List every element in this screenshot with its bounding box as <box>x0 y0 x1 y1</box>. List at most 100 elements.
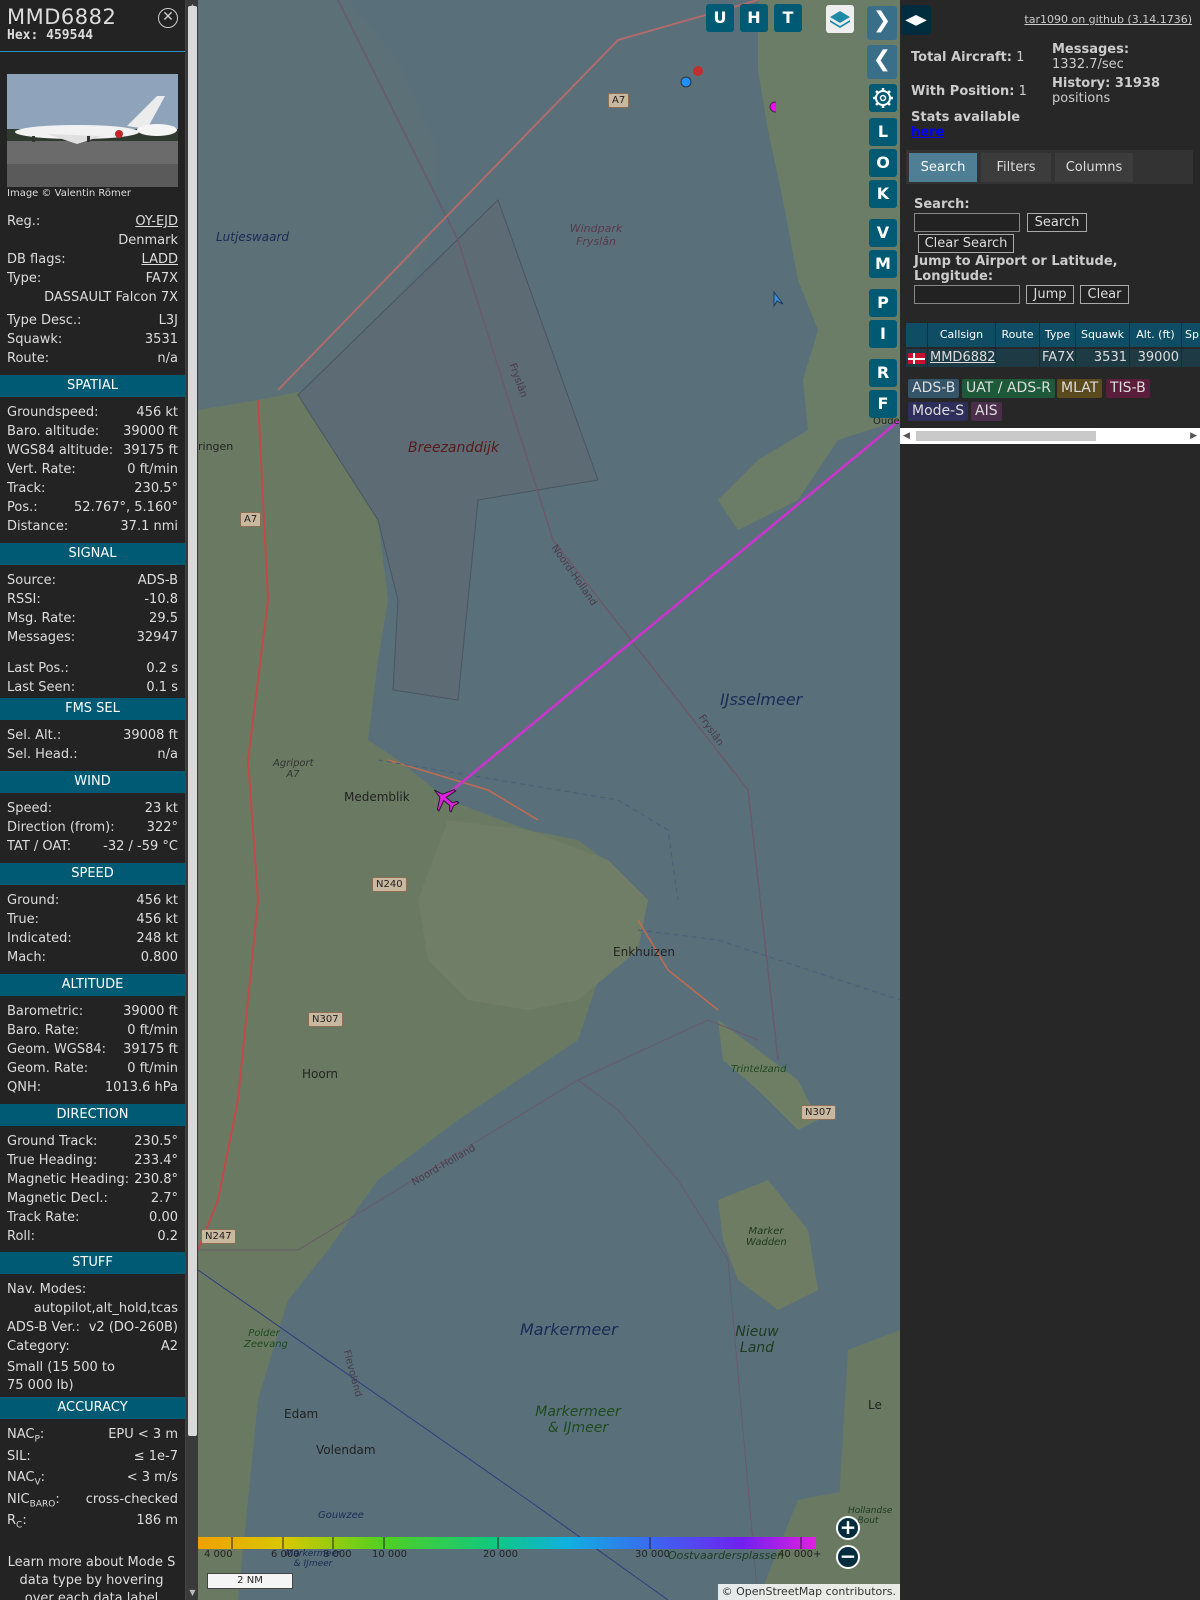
scroll-down-icon[interactable]: ▼ <box>188 1588 197 1597</box>
clear-search-button[interactable]: Clear Search <box>918 234 1014 253</box>
source-chip-adsb[interactable]: ADS-B <box>908 379 960 398</box>
road-badge: N240 <box>372 877 407 892</box>
info-row: Barometric: 39000 ft <box>7 1003 178 1021</box>
toolbar-p-button[interactable]: P <box>869 289 897 317</box>
expand-sidebar-button[interactable]: ◀▶ <box>901 5 931 35</box>
toolbar-o-button[interactable]: O <box>869 149 897 177</box>
row-value: 186 m <box>136 1513 178 1528</box>
info-row: Direction (from): 322° <box>7 819 178 837</box>
stats-link[interactable]: here <box>911 125 944 140</box>
scrollbar-thumb[interactable] <box>188 6 197 1436</box>
table-horizontal-scrollbar[interactable]: ◀ ▶ <box>900 428 1200 444</box>
table-row[interactable] <box>906 349 928 367</box>
next-button[interactable]: ❯ <box>867 6 897 40</box>
column-header-type[interactable]: Type <box>1040 323 1076 347</box>
toolbar-l-button[interactable]: L <box>869 118 897 146</box>
jump-input[interactable] <box>914 285 1020 304</box>
scroll-right-icon[interactable]: ▶ <box>1190 428 1197 444</box>
info-row: Route: n/a <box>7 351 178 366</box>
info-row: Speed: 23 kt <box>7 800 178 818</box>
section-speed: SPEED <box>0 863 185 885</box>
row-label: NACP: <box>7 1426 44 1449</box>
row-label: QNH: <box>7 1080 42 1095</box>
source-chip-modes[interactable]: Mode-S <box>908 402 969 421</box>
row-label: Ground Track: <box>7 1134 98 1149</box>
tab-search[interactable]: Search <box>909 153 977 182</box>
settings-button[interactable] <box>869 84 897 112</box>
map-attribution[interactable]: © OpenStreetMap contributors. <box>717 1584 900 1600</box>
column-header-route[interactable]: Route <box>996 323 1040 347</box>
layers-button[interactable] <box>826 5 854 33</box>
row-callsign[interactable]: MMD6882 <box>928 349 996 367</box>
section-signal: SIGNAL <box>0 543 185 565</box>
search-button[interactable]: Search <box>1027 213 1087 232</box>
row-value: n/a <box>157 747 178 762</box>
scroll-left-icon[interactable]: ◀ <box>903 428 910 444</box>
aircraft-marker-icon[interactable] <box>770 290 786 308</box>
toolbar-r-button[interactable]: R <box>869 359 897 387</box>
info-row: WGS84 altitude: 39175 ft <box>7 442 178 460</box>
layers-icon <box>830 11 850 28</box>
colon: : <box>22 1513 27 1528</box>
map-label: Marker Wadden <box>746 1226 787 1248</box>
row-value: 0.00 <box>149 1210 178 1225</box>
map-view[interactable]: Lutjeswaard Windpark Fryslân Breezanddij… <box>198 0 900 1600</box>
road-badge: N307 <box>801 1105 836 1120</box>
db-flags-link[interactable]: LADD <box>142 251 178 269</box>
github-link[interactable]: tar1090 on github (3.14.1736) <box>1024 13 1192 26</box>
toolbar-m-button[interactable]: M <box>869 250 897 278</box>
info-row: QNH: 1013.6 hPa <box>7 1079 178 1097</box>
toolbar-i-button[interactable]: I <box>869 320 897 348</box>
toolbar-t-button[interactable]: T <box>774 4 802 32</box>
toolbar-u-button[interactable]: U <box>706 4 734 32</box>
column-header-squawk[interactable]: Squawk <box>1076 323 1130 347</box>
map-base <box>198 0 900 1600</box>
info-row: RC: 186 m <box>7 1512 178 1531</box>
info-row: ADS-B Ver.: v2 (DO-260B) <box>7 1320 178 1335</box>
horizontal-scrollbar-thumb[interactable] <box>916 431 1096 441</box>
row-value: 456 kt <box>136 405 178 420</box>
colon: : <box>39 1427 45 1442</box>
prev-button[interactable]: ❮ <box>867 45 897 79</box>
row-label: Last Seen: <box>7 680 76 695</box>
panel-scrollbar[interactable]: ▲ ▼ <box>185 0 198 1600</box>
map-label: Markermeer & IJmeer <box>535 1404 621 1436</box>
source-chip-mlat[interactable]: MLAT <box>1057 379 1103 398</box>
column-header-callsign[interactable]: Callsign <box>928 323 996 347</box>
source-chip-tisb[interactable]: TIS-B <box>1106 379 1150 398</box>
zoom-out-button[interactable]: − <box>836 1545 860 1569</box>
row-label: Roll: <box>7 1229 36 1244</box>
registration-link[interactable]: OY-EJD <box>135 213 178 231</box>
selected-aircraft-icon[interactable] <box>430 784 460 814</box>
zoom-in-button[interactable]: + <box>836 1516 860 1540</box>
tab-filters[interactable]: Filters <box>981 153 1051 182</box>
info-row: Track: 230.5° <box>7 480 178 498</box>
source-chip-ais[interactable]: AIS <box>971 402 1002 421</box>
toolbar-k-button[interactable]: K <box>869 180 897 208</box>
tab-columns[interactable]: Columns <box>1055 153 1133 182</box>
road-badge: A7 <box>240 512 262 527</box>
sidebar-tabs: Search Filters Columns <box>906 150 1193 184</box>
section-direction: DIRECTION <box>0 1104 185 1126</box>
jump-button[interactable]: Jump <box>1026 285 1074 304</box>
total-aircraft-label: Total Aircraft: <box>911 50 1012 65</box>
info-row: Nav. Modes: <box>7 1282 87 1297</box>
source-chip-uat[interactable]: UAT / ADS-R <box>962 379 1055 398</box>
aircraft-photo[interactable] <box>7 74 178 187</box>
row-label: NICBARO: <box>7 1491 60 1514</box>
row-value: 233.4° <box>134 1153 178 1168</box>
toolbar-v-button[interactable]: V <box>869 219 897 247</box>
toolbar-f-button[interactable]: F <box>869 390 897 418</box>
column-header-altitude[interactable]: Alt. (ft) <box>1130 323 1182 347</box>
messages-label: Messages: <box>1052 42 1130 57</box>
toolbar-h-button[interactable]: H <box>740 4 768 32</box>
row-value: 39175 ft <box>123 1042 178 1057</box>
row-value: 456 kt <box>136 912 178 927</box>
clear-button[interactable]: Clear <box>1080 285 1129 304</box>
scale-tick: 10 000 <box>372 1549 407 1560</box>
search-input[interactable] <box>914 213 1020 232</box>
close-icon[interactable]: ✕ <box>158 8 178 28</box>
chevron-left-icon: ❮ <box>872 47 892 72</box>
gear-icon <box>873 88 893 108</box>
column-header-speed[interactable]: Sp <box>1182 323 1200 347</box>
